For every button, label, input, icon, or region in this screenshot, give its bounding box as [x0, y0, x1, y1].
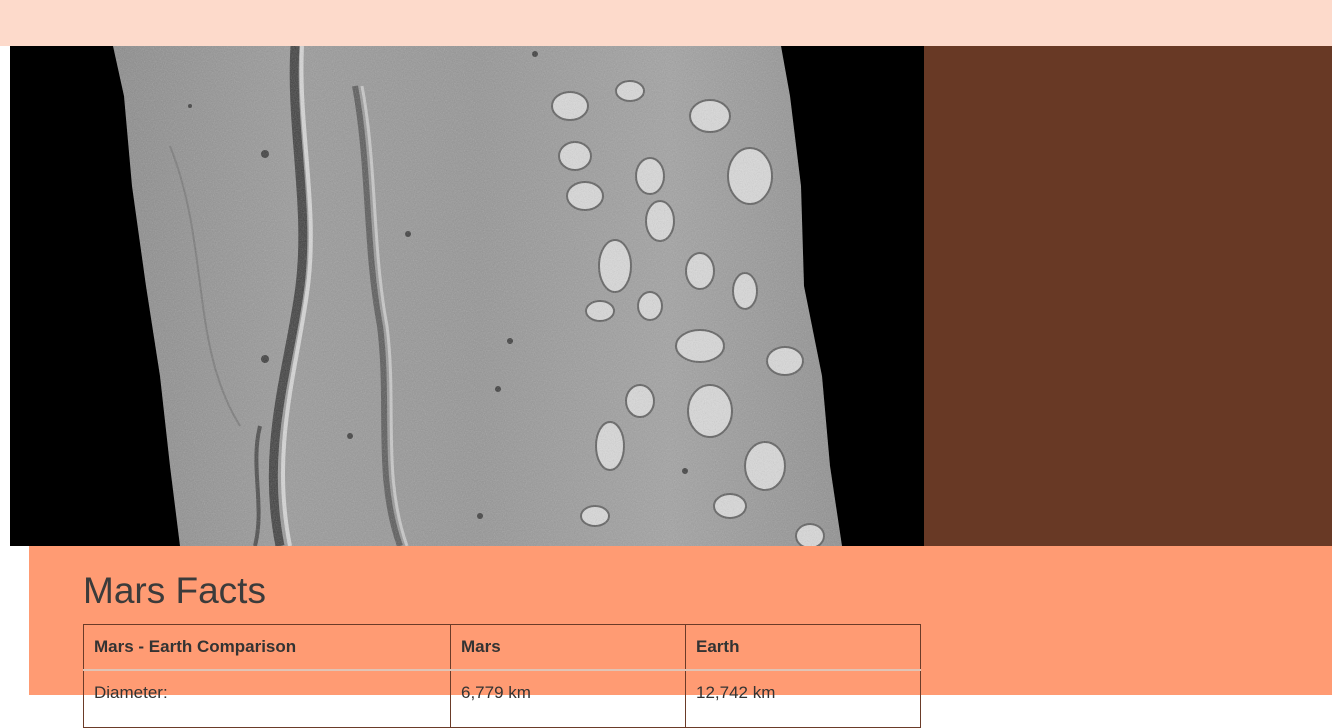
side-panel: [924, 46, 1332, 546]
facts-gutter: [10, 546, 29, 695]
row-label: Diameter:: [83, 669, 451, 728]
table-row: Diameter: 6,779 km 12,742 km: [83, 669, 921, 728]
mars-facts-section: Mars Facts Mars - Earth Comparison Mars …: [29, 546, 1332, 728]
left-gutter: [0, 46, 10, 695]
mars-facts-title: Mars Facts: [83, 570, 266, 611]
header-earth: Earth: [685, 624, 921, 671]
row-earth-value: 12,742 km: [685, 669, 921, 728]
header-mars: Mars: [450, 624, 686, 671]
row-mars-value: 6,779 km: [450, 669, 686, 728]
table-header-row: Mars - Earth Comparison Mars Earth: [83, 624, 921, 671]
header-comparison: Mars - Earth Comparison: [83, 624, 451, 671]
mars-surface-image-graphic: [10, 46, 924, 546]
top-bar: [0, 0, 1332, 46]
mars-surface-image: [10, 46, 924, 546]
mars-earth-comparison-table: Mars - Earth Comparison Mars Earth Diame…: [83, 624, 921, 728]
